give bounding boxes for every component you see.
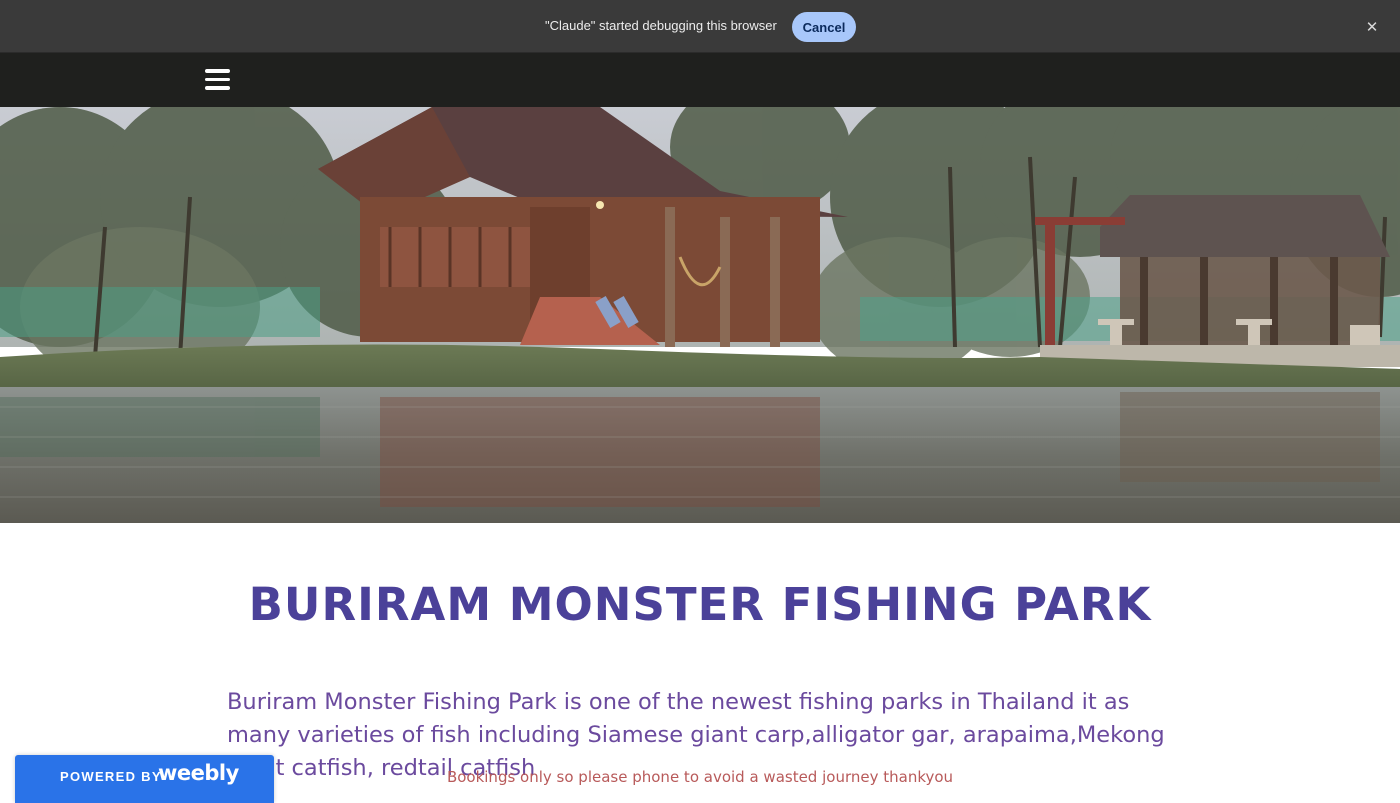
weebly-logo: weebly [158,761,239,785]
site-nav-bar [0,53,1400,107]
powered-by-label: POWERED BY [60,769,162,784]
cancel-debugging-button[interactable]: Cancel [792,12,856,42]
debug-message: "Claude" started debugging this browser [545,18,777,33]
debug-notification-bar: "Claude" started debugging this browser … [0,0,1400,53]
hamburger-menu-icon[interactable] [205,69,230,90]
close-icon[interactable]: ✕ [1362,17,1382,37]
powered-by-weebly-badge[interactable]: POWERED BY weebly [15,755,274,803]
page-title: BURIRAM MONSTER FISHING PARK [248,578,1152,631]
hero-image [0,107,1400,523]
